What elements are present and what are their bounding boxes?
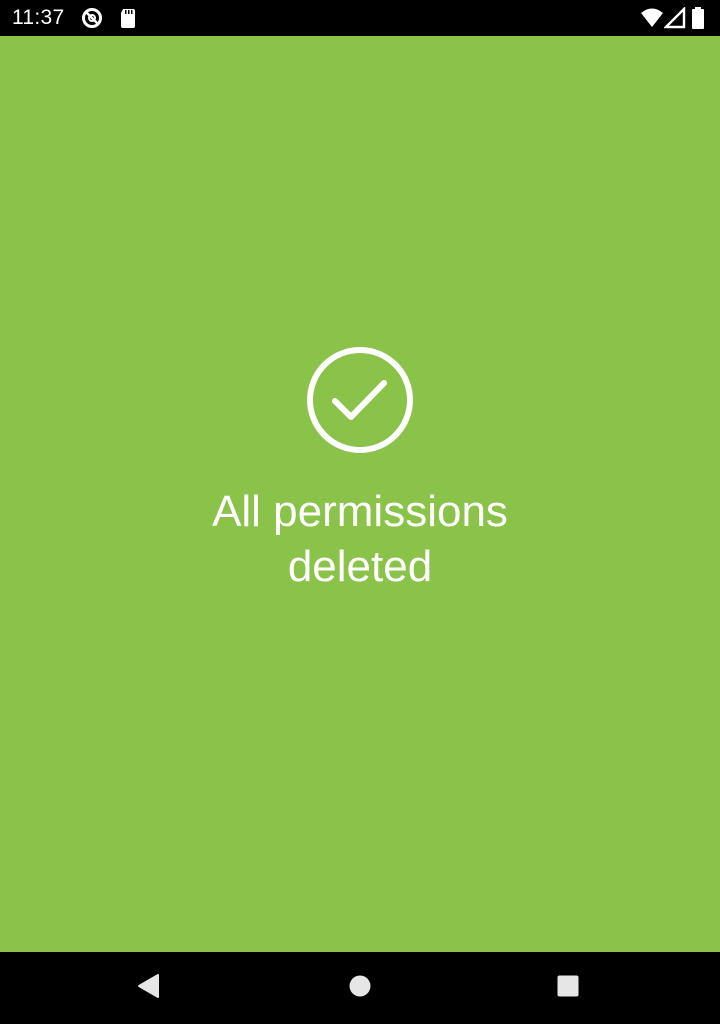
data-saver-icon bbox=[80, 7, 104, 29]
home-icon bbox=[348, 974, 372, 1003]
cell-signal-icon bbox=[664, 7, 688, 29]
navigation-bar bbox=[0, 952, 720, 1024]
sd-card-icon bbox=[116, 7, 140, 29]
wifi-icon bbox=[640, 7, 664, 29]
screen: 11:37 All permissions deleted bbox=[0, 0, 720, 1024]
message-line-1: All permissions bbox=[212, 487, 508, 536]
confirmation-message: All permissions deleted bbox=[110, 484, 610, 594]
back-icon bbox=[136, 973, 160, 1004]
message-line-2: deleted bbox=[287, 542, 433, 591]
status-time: 11:37 bbox=[12, 6, 65, 29]
recents-button[interactable] bbox=[544, 968, 592, 1008]
recents-icon bbox=[556, 974, 580, 1003]
confirmation-screen: All permissions deleted bbox=[0, 36, 720, 952]
battery-icon bbox=[690, 7, 706, 29]
back-button[interactable] bbox=[124, 968, 172, 1008]
check-circle-icon bbox=[306, 346, 414, 454]
home-button[interactable] bbox=[336, 968, 384, 1008]
status-bar: 11:37 bbox=[0, 0, 720, 36]
